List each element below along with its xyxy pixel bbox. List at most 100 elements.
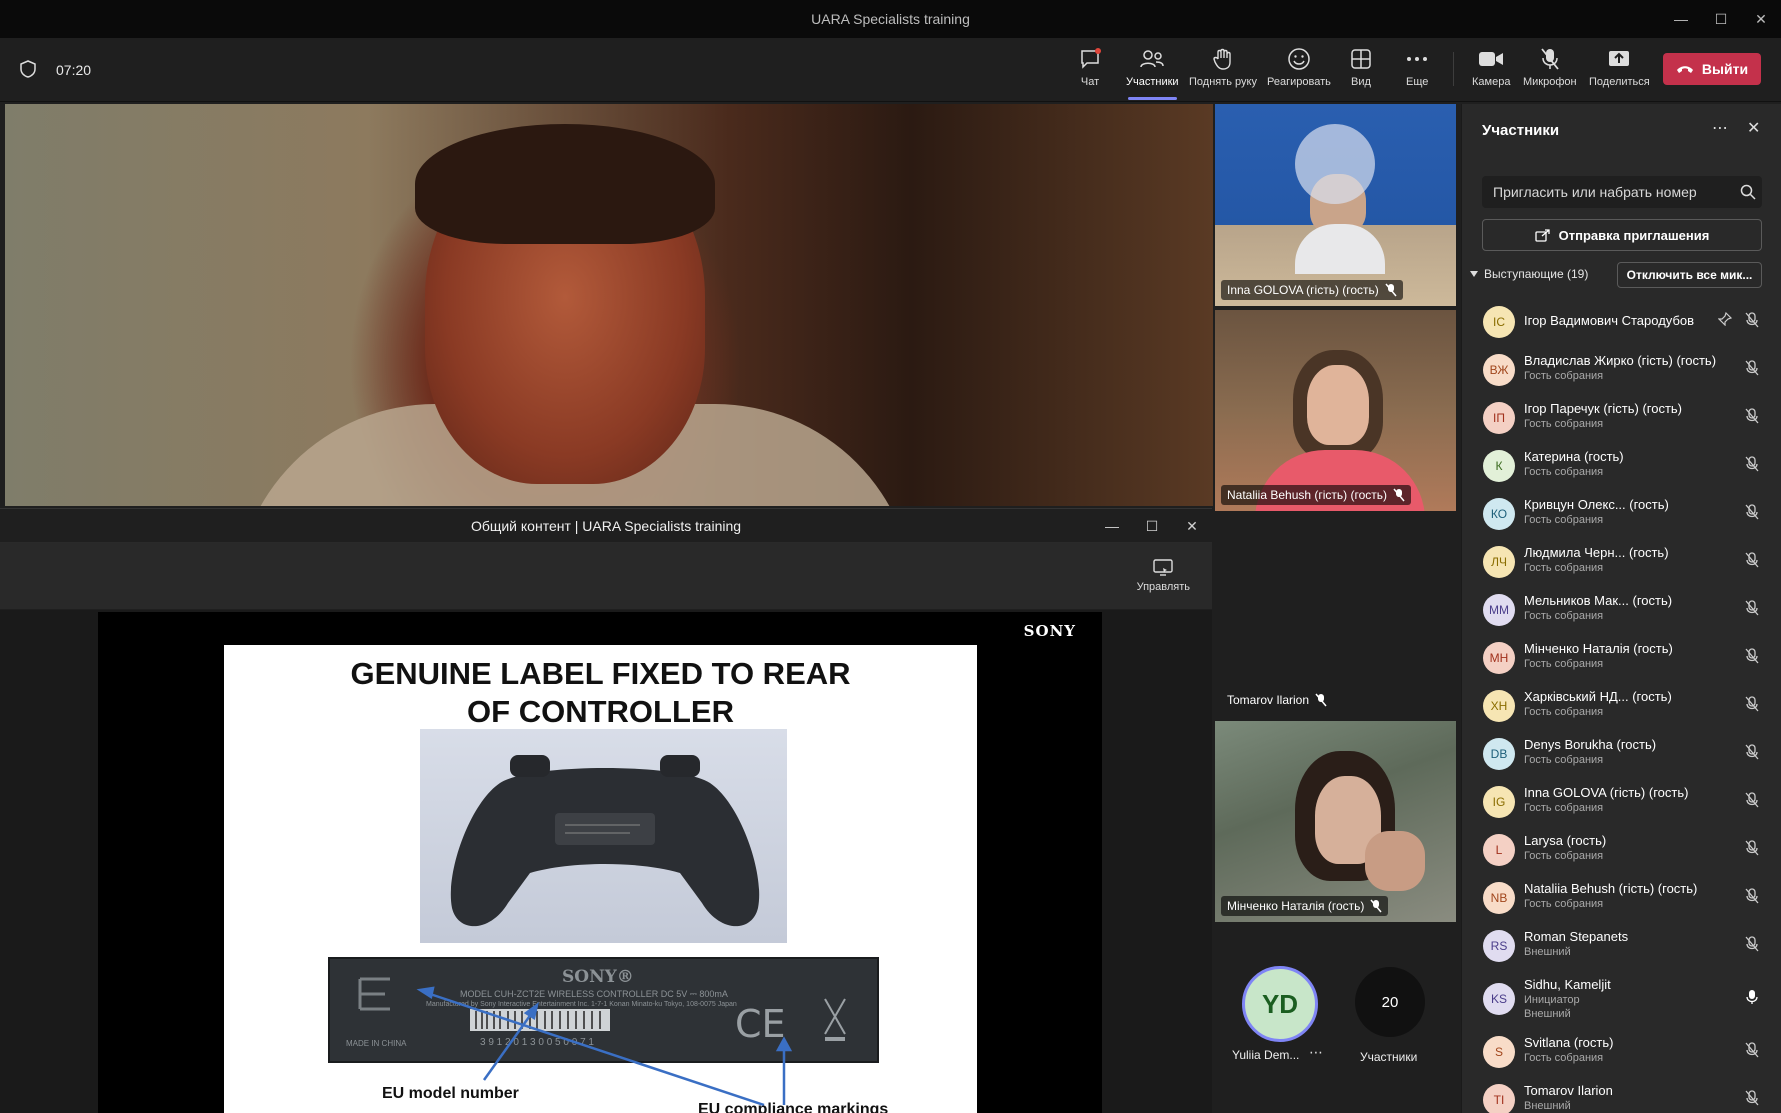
mic-off-icon[interactable] [1745, 696, 1759, 717]
mic-off-icon [1370, 899, 1382, 913]
chat-button[interactable]: Чат [1078, 46, 1102, 98]
participant-role: Гость собрания [1524, 1052, 1604, 1064]
avatar: S [1483, 1036, 1515, 1068]
manage-button[interactable]: Управлять [1137, 559, 1190, 593]
participant-row[interactable]: КО Кривцун Олекс... (гость) Гость собрания [1462, 490, 1781, 538]
more-icon[interactable]: ⋯ [1309, 1044, 1323, 1061]
mic-off-icon[interactable] [1745, 312, 1759, 333]
main-video-feed [5, 104, 1213, 506]
video-tile[interactable]: Nataliia Behush (гість) (гость) [1215, 310, 1456, 511]
genuine-label-photo: CE SONY® MODEL CUH-ZCT2E WIRELESS CONTRO… [328, 957, 879, 1063]
mic-off-icon[interactable] [1745, 648, 1759, 669]
participant-row[interactable]: ХН Харківський НД... (гость) Гость собрани… [1462, 682, 1781, 730]
chat-icon [1081, 48, 1101, 69]
avatar: DB [1483, 738, 1515, 770]
participant-role: Гость собрания [1524, 754, 1604, 766]
tile-name: Tomarov Ilarion [1221, 690, 1333, 710]
participant-name: Кривцун Олекс... (гость) [1524, 497, 1669, 512]
mic-on-icon[interactable] [1745, 989, 1759, 1010]
participant-row[interactable]: TI Tomarov Ilarion Внешний [1462, 1076, 1781, 1113]
avatar: ЛЧ [1483, 546, 1515, 578]
controller-photo [420, 729, 787, 943]
participant-row[interactable]: IC Ігор Вадимович Стародубов [1462, 298, 1781, 346]
participant-role: Гость собрания [1524, 802, 1604, 814]
participant-row[interactable]: NB Nataliia Behush (гість) (гость) Гость с… [1462, 874, 1781, 922]
send-invite-button[interactable]: Отправка приглашения [1482, 219, 1762, 251]
participant-row[interactable]: IG Inna GOLOVA (гість) (гость) Гость собра… [1462, 778, 1781, 826]
minimize-icon[interactable]: — [1661, 0, 1701, 38]
shared-window-controls: — ☐ ✕ [1092, 509, 1212, 543]
maximize-icon[interactable]: ☐ [1701, 0, 1741, 38]
share-button[interactable]: Поделиться [1589, 46, 1650, 98]
avatar: KS [1483, 983, 1515, 1015]
mic-button[interactable]: Микрофон [1523, 46, 1577, 98]
controller-image [450, 755, 760, 927]
participant-row[interactable]: ІП Ігор Паречук (гість) (гость) Гость собр… [1462, 394, 1781, 442]
participant-count-button[interactable]: 20 [1355, 967, 1425, 1037]
participant-name: Tomarov Ilarion [1524, 1083, 1613, 1098]
close-icon[interactable]: ✕ [1741, 0, 1781, 38]
avatar: КО [1483, 498, 1515, 530]
presenters-section-header[interactable]: Выступающие (19) [1470, 267, 1588, 281]
caption-eu-model: EU model number [382, 1085, 519, 1102]
video-tile[interactable]: Мінченко Наталія (гость) [1215, 721, 1456, 922]
view-button[interactable]: Вид [1350, 46, 1372, 98]
more-button[interactable]: Еще [1406, 46, 1428, 98]
mute-all-button[interactable]: Отключить все мик... [1617, 262, 1762, 288]
video-tile[interactable]: Inna GOLOVA (гість) (гость) [1215, 104, 1456, 306]
participant-row[interactable]: ЛЧ Людмила Черн... (гость) Гость собрания [1462, 538, 1781, 586]
participants-button[interactable]: Участники [1126, 46, 1179, 100]
shared-toolbar: Управлять [0, 543, 1212, 609]
shared-maximize-icon[interactable]: ☐ [1132, 509, 1172, 543]
participant-row[interactable]: ММ Мельников Мак... (гость) Гость собрания [1462, 586, 1781, 634]
participant-row[interactable]: L Larysa (гость) Гость собрания [1462, 826, 1781, 874]
panel-close-icon[interactable]: ✕ [1747, 118, 1760, 138]
leave-button[interactable]: Выйти [1663, 53, 1761, 85]
participant-name: Svitlana (гость) [1524, 1035, 1614, 1050]
participant-name: Людмила Черн... (гость) [1524, 545, 1669, 560]
mic-off-icon[interactable] [1745, 1090, 1759, 1111]
title-bar: UARA Specialists training — ☐ ✕ [0, 0, 1781, 38]
mic-off-icon[interactable] [1745, 600, 1759, 621]
video-tile[interactable]: Tomarov Ilarion [1215, 516, 1456, 716]
tile-name: Inna GOLOVA (гість) (гость) [1221, 280, 1403, 300]
participant-name: Nataliia Behush (гість) (гость) [1524, 881, 1698, 896]
toolbar-separator [1453, 52, 1454, 86]
more-icon [1407, 57, 1428, 61]
shared-minimize-icon[interactable]: — [1092, 509, 1132, 543]
shared-content-area: SONY GENUINE LABEL FIXED TO REAR OF CONT… [0, 610, 1212, 1113]
panel-more-icon[interactable]: ⋯ [1712, 118, 1728, 138]
mic-off-icon[interactable] [1745, 504, 1759, 525]
pin-icon[interactable] [1717, 311, 1733, 331]
participant-name: Катерина (гость) [1524, 449, 1624, 464]
avatar: ММ [1483, 594, 1515, 626]
mic-off-icon[interactable] [1745, 744, 1759, 765]
mic-off-icon[interactable] [1745, 552, 1759, 573]
react-button[interactable]: Реагировать [1267, 46, 1331, 98]
participant-row[interactable]: МН Мінченко Наталія (гость) Гость собрания [1462, 634, 1781, 682]
shared-close-icon[interactable]: ✕ [1172, 509, 1212, 543]
search-icon[interactable] [1740, 184, 1756, 200]
participant-row[interactable]: К Катерина (гость) Гость собрания [1462, 442, 1781, 490]
participant-row[interactable]: DB Denys Borukha (гость) Гость собрания [1462, 730, 1781, 778]
mic-off-icon[interactable] [1745, 792, 1759, 813]
mic-off-icon[interactable] [1745, 360, 1759, 381]
participant-row[interactable]: S Svitlana (гость) Гость собрания [1462, 1028, 1781, 1076]
participant-role: Гость собрания [1524, 370, 1604, 382]
participant-role: Гость собрания [1524, 562, 1604, 574]
mic-off-icon[interactable] [1745, 936, 1759, 957]
participant-row[interactable]: RS Roman Stepanets Внешний [1462, 922, 1781, 970]
mic-off-icon[interactable] [1745, 1042, 1759, 1063]
people-icon [1140, 50, 1165, 68]
avatar[interactable]: YD [1242, 966, 1318, 1042]
mic-off-icon[interactable] [1745, 888, 1759, 909]
participant-row[interactable]: KS Sidhu, Kameljit Инициатор Внешний [1462, 970, 1781, 1028]
invite-search-input[interactable]: Пригласить или набрать номер [1482, 176, 1762, 208]
mic-off-icon[interactable] [1745, 456, 1759, 477]
mic-off-icon[interactable] [1745, 840, 1759, 861]
raise-hand-button[interactable]: Поднять руку [1189, 46, 1257, 98]
participant-row[interactable]: ВЖ Владислав Жирко (гість) (гость) Гость с… [1462, 346, 1781, 394]
mic-off-icon[interactable] [1745, 408, 1759, 429]
slide-title: GENUINE LABEL FIXED TO REAR OF CONTROLLE… [350, 656, 851, 729]
camera-button[interactable]: Камера [1472, 46, 1510, 98]
